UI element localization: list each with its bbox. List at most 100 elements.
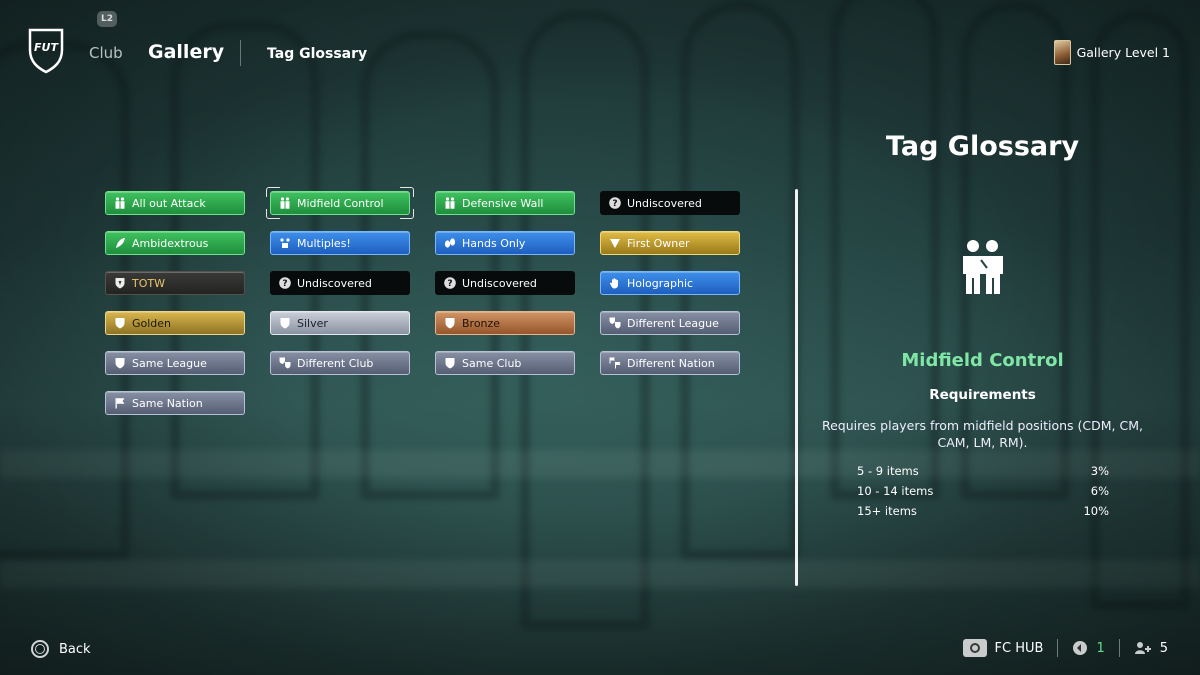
requirements-items: 15+ items bbox=[857, 504, 917, 518]
requirements-heading: Requirements bbox=[929, 387, 1036, 403]
requirements-row: 5 - 9 items 3% bbox=[857, 461, 1109, 481]
question-icon: ? bbox=[609, 197, 621, 209]
fut-logo: FUT bbox=[28, 28, 64, 74]
svg-text:?: ? bbox=[447, 279, 452, 289]
coin-count: 1 bbox=[1096, 640, 1105, 656]
panel-title: Tag Glossary bbox=[885, 131, 1080, 162]
requirements-items: 10 - 14 items bbox=[857, 484, 934, 498]
tag-same-league[interactable]: Same League bbox=[105, 351, 245, 375]
question-icon: ? bbox=[444, 277, 456, 289]
requirements-table: 5 - 9 items 3% 10 - 14 items 6% 15+ item… bbox=[857, 461, 1109, 521]
requirements-value: 10% bbox=[1083, 504, 1109, 518]
tag-undiscovered[interactable]: ? Undiscovered bbox=[600, 191, 740, 215]
shield-icon bbox=[114, 357, 126, 369]
tag-midfield-control[interactable]: Midfield Control bbox=[270, 191, 410, 215]
tag-first-owner[interactable]: First Owner bbox=[600, 231, 740, 255]
tag-label: Different League bbox=[627, 316, 719, 330]
tag-different-league[interactable]: Different League bbox=[600, 311, 740, 335]
gallery-level-label: Gallery Level 1 bbox=[1076, 45, 1170, 60]
tag-undiscovered[interactable]: ? Undiscovered bbox=[270, 271, 410, 295]
tag-label: Holographic bbox=[627, 276, 694, 290]
tag-all-out-attack[interactable]: All out Attack bbox=[105, 191, 245, 215]
tag-multiples[interactable]: Multiples! bbox=[270, 231, 410, 255]
tag-ambidextrous[interactable]: Ambidextrous bbox=[105, 231, 245, 255]
tag-label: Multiples! bbox=[297, 236, 351, 250]
fc-hub-label[interactable]: FC HUB bbox=[995, 641, 1044, 656]
friends-icon bbox=[1134, 642, 1151, 654]
friends-count: 5 bbox=[1159, 640, 1168, 656]
shield-pair-icon bbox=[279, 357, 291, 369]
people-icon bbox=[963, 240, 1003, 294]
tag-different-nation[interactable]: Different Nation bbox=[600, 351, 740, 375]
totw-shield-icon bbox=[114, 277, 126, 289]
nav-tag-glossary[interactable]: Tag Glossary bbox=[267, 46, 367, 62]
back-button[interactable]: Back bbox=[31, 640, 91, 658]
tag-label: Same League bbox=[132, 356, 207, 370]
shield-pair-icon bbox=[609, 317, 621, 329]
tag-label: Ambidextrous bbox=[132, 236, 209, 250]
tag-undiscovered[interactable]: ? Undiscovered bbox=[435, 271, 575, 295]
tag-label: Different Club bbox=[297, 356, 374, 370]
tag-label: Different Nation bbox=[627, 356, 715, 370]
tag-grid: All out Attack Midfield Control Defensive … bbox=[105, 191, 740, 415]
tag-label: Hands Only bbox=[462, 236, 526, 250]
tag-silver[interactable]: Silver bbox=[270, 311, 410, 335]
tag-label: Same Club bbox=[462, 356, 522, 370]
tag-label: Undiscovered bbox=[297, 276, 372, 290]
question-icon: ? bbox=[279, 277, 291, 289]
tag-hands-only[interactable]: Hands Only bbox=[435, 231, 575, 255]
people-icon bbox=[279, 197, 291, 209]
l2-button-hint: L2 bbox=[97, 11, 117, 27]
shield-icon bbox=[444, 317, 456, 329]
tag-label: First Owner bbox=[627, 236, 690, 250]
top-navigation: FUT L2 Club Gallery Tag Glossary Gallery… bbox=[0, 0, 1200, 100]
fc-hub-icon bbox=[962, 639, 987, 657]
shield-icon bbox=[279, 317, 291, 329]
selected-tag-name: Midfield Control bbox=[901, 350, 1064, 371]
player-card-icon bbox=[1053, 40, 1071, 65]
tag-label: Golden bbox=[132, 316, 172, 330]
tag-defensive-wall[interactable]: Defensive Wall bbox=[435, 191, 575, 215]
circle-button-icon bbox=[31, 640, 49, 658]
flag-pair-icon bbox=[609, 357, 621, 369]
tag-holographic[interactable]: Holographic bbox=[600, 271, 740, 295]
chevron-badge-icon bbox=[609, 237, 621, 249]
requirements-items: 5 - 9 items bbox=[857, 464, 919, 478]
panel-divider bbox=[795, 189, 798, 586]
tag-same-nation[interactable]: Same Nation bbox=[105, 391, 245, 415]
tag-different-club[interactable]: Different Club bbox=[270, 351, 410, 375]
footer-status: FC HUB 1 5 bbox=[962, 639, 1168, 657]
nav-separator bbox=[240, 40, 241, 66]
tag-totw[interactable]: TOTW bbox=[105, 271, 245, 295]
nav-gallery[interactable]: Gallery bbox=[148, 41, 224, 63]
tag-golden[interactable]: Golden bbox=[105, 311, 245, 335]
tag-bronze[interactable]: Bronze bbox=[435, 311, 575, 335]
hands-icon bbox=[444, 237, 456, 249]
tag-label: TOTW bbox=[132, 276, 165, 290]
tag-label: All out Attack bbox=[132, 196, 206, 210]
requirements-description: Requires players from midfield positions… bbox=[821, 418, 1143, 450]
tag-label: Undiscovered bbox=[627, 196, 702, 210]
back-label: Back bbox=[59, 641, 91, 657]
tag-label: Silver bbox=[297, 316, 328, 330]
people-icon bbox=[114, 197, 126, 209]
flag-icon bbox=[114, 397, 126, 409]
svg-text:FUT: FUT bbox=[34, 41, 59, 54]
requirements-row: 15+ items 10% bbox=[857, 501, 1109, 521]
tag-label: Bronze bbox=[462, 316, 501, 330]
requirements-row: 10 - 14 items 6% bbox=[857, 481, 1109, 501]
svg-text:?: ? bbox=[282, 279, 287, 289]
tag-label: Undiscovered bbox=[462, 276, 537, 290]
requirements-value: 3% bbox=[1090, 464, 1109, 478]
multiples-icon bbox=[279, 237, 291, 249]
shield-icon bbox=[114, 317, 126, 329]
people-icon bbox=[444, 197, 456, 209]
tag-label: Midfield Control bbox=[297, 196, 384, 210]
hand-icon bbox=[609, 277, 621, 289]
svg-text:?: ? bbox=[612, 199, 617, 209]
tag-same-club[interactable]: Same Club bbox=[435, 351, 575, 375]
feather-icon bbox=[114, 237, 126, 249]
nav-club[interactable]: Club bbox=[89, 44, 123, 62]
shield-icon bbox=[444, 357, 456, 369]
gallery-level[interactable]: Gallery Level 1 bbox=[1053, 40, 1170, 65]
